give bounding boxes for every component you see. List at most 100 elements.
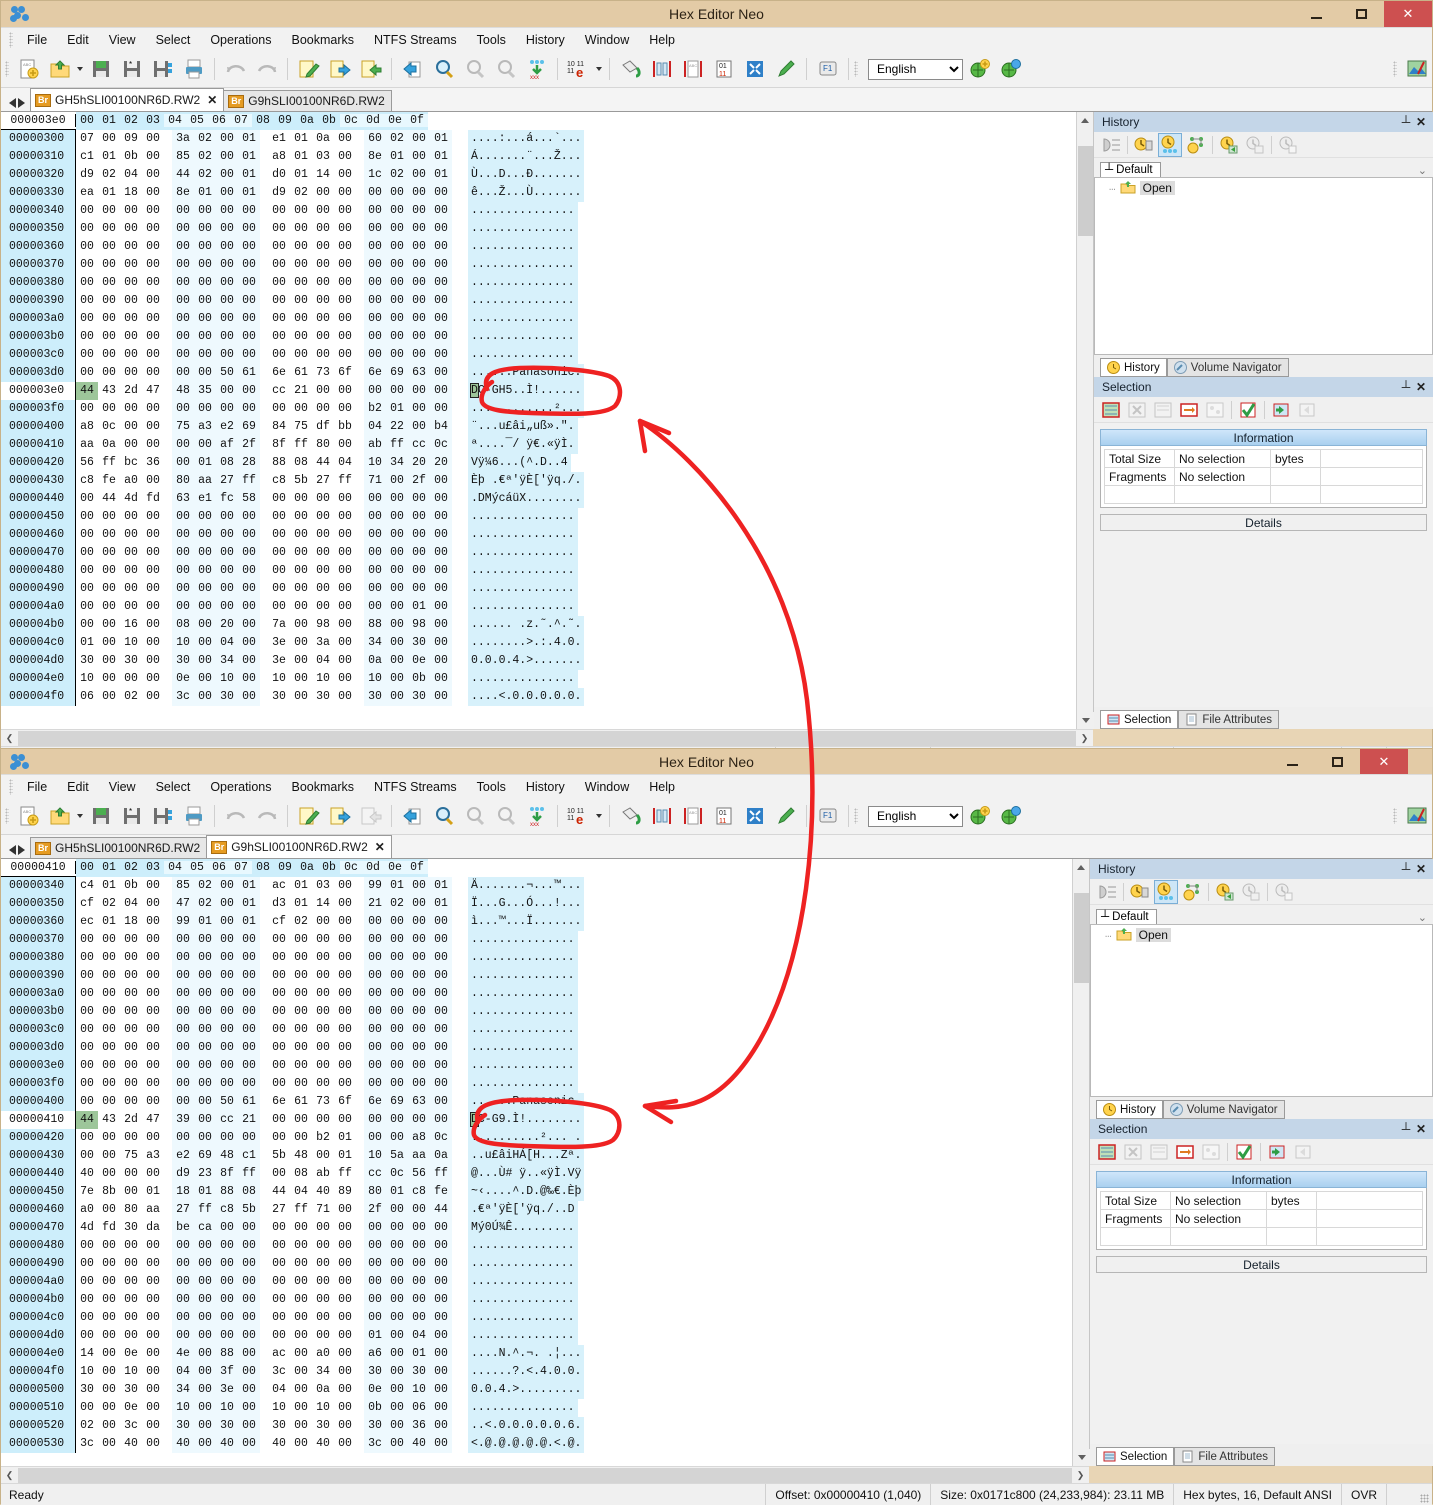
hex-byte[interactable]: 0b <box>120 877 142 895</box>
hex-row[interactable]: 00000370 00 00 00 00 00 00 00 00 00 00 00 00 00 00 00 00… <box>1 931 1089 949</box>
hex-byte[interactable]: 0b <box>120 148 142 166</box>
hex-byte[interactable]: 00 <box>120 1075 142 1093</box>
hex-byte[interactable]: 00 <box>430 562 452 580</box>
hex-ascii[interactable]: ...... .z.˜.^.˜. <box>468 616 585 634</box>
hex-byte-group[interactable]: 00 00 00 00 00 00 00 00 00 00 00 00 00 00 00 00 <box>76 1255 452 1273</box>
hex-byte[interactable]: 01 <box>290 877 312 895</box>
hex-byte[interactable]: 00 <box>334 526 356 544</box>
hex-byte[interactable]: 3e <box>216 1381 238 1399</box>
hex-byte[interactable]: 00 <box>98 1039 120 1057</box>
hex-byte[interactable]: 00 <box>172 949 194 967</box>
hex-byte[interactable]: 00 <box>268 490 290 508</box>
hex-ascii[interactable]: ............... <box>468 526 578 544</box>
hex-byte[interactable]: 50 <box>216 1093 238 1111</box>
hex-byte[interactable]: 00 <box>194 967 216 985</box>
hex-byte[interactable]: 00 <box>268 931 290 949</box>
hex-byte[interactable]: 00 <box>364 1237 386 1255</box>
hex-byte[interactable]: 0a <box>430 1147 452 1165</box>
hex-byte[interactable]: 00 <box>334 1291 356 1309</box>
hex-byte[interactable]: 00 <box>334 1255 356 1273</box>
hex-byte[interactable]: 00 <box>408 1273 430 1291</box>
hex-byte[interactable]: 00 <box>194 652 216 670</box>
language-select[interactable]: English <box>868 805 963 827</box>
hex-row[interactable]: 000003f0 00 00 00 00 00 00 00 00 00 00 00 00 b2 01 00 00… <box>1 400 1093 418</box>
hex-byte[interactable]: 00 <box>238 1219 260 1237</box>
insert-pattern-icon[interactable] <box>647 802 676 831</box>
hex-byte[interactable]: 01 <box>430 148 452 166</box>
hex-byte[interactable]: 00 <box>334 1417 356 1435</box>
paste-icon[interactable] <box>356 55 385 84</box>
save-file-icon[interactable] <box>86 55 115 84</box>
maximize-button[interactable] <box>1315 749 1360 774</box>
hex-byte[interactable]: 00 <box>194 256 216 274</box>
hex-byte[interactable]: 00 <box>312 1219 334 1237</box>
hex-byte[interactable]: fc <box>216 490 238 508</box>
hex-row[interactable]: 00000430 00 00 75 a3 e2 69 48 c1 5b 48 00 01 10 5a aa 0a… <box>1 1147 1089 1165</box>
hex-byte[interactable]: 00 <box>334 1381 356 1399</box>
hex-byte-group[interactable]: 00 00 00 00 00 00 00 00 00 00 00 00 b2 01 00 00 <box>76 400 452 418</box>
hex-byte[interactable]: 00 <box>268 508 290 526</box>
hex-byte[interactable]: 00 <box>364 1111 386 1129</box>
hex-byte[interactable]: 00 <box>216 967 238 985</box>
hex-byte[interactable]: 08 <box>216 454 238 472</box>
hex-byte[interactable]: 00 <box>194 1273 216 1291</box>
hex-byte[interactable]: 00 <box>98 562 120 580</box>
hex-byte[interactable]: 00 <box>312 202 334 220</box>
tab-close-icon[interactable]: ✕ <box>207 93 217 107</box>
hex-byte[interactable]: 00 <box>334 544 356 562</box>
hex-byte[interactable]: 71 <box>364 472 386 490</box>
hex-ascii[interactable]: ............... <box>468 1255 578 1273</box>
hex-byte[interactable]: 00 <box>76 1003 98 1021</box>
hex-byte[interactable]: 00 <box>312 382 334 400</box>
hex-byte[interactable]: 00 <box>408 949 430 967</box>
hex-byte[interactable]: 00 <box>386 1219 408 1237</box>
hscroll-right-arrow[interactable]: ❯ <box>1072 1467 1089 1484</box>
hex-byte[interactable]: 00 <box>172 1057 194 1075</box>
hex-byte[interactable]: 00 <box>216 526 238 544</box>
hex-byte[interactable]: 00 <box>364 1291 386 1309</box>
hex-byte[interactable]: 00 <box>194 292 216 310</box>
hex-row[interactable]: 000004e0 14 00 0e 00 4e 00 88 00 ac 00 a0 00 a6 00 01 00… <box>1 1345 1089 1363</box>
hex-byte[interactable]: 00 <box>76 274 98 292</box>
hex-byte[interactable]: 00 <box>142 877 164 895</box>
hex-byte[interactable]: 00 <box>194 931 216 949</box>
hex-byte-group[interactable]: 00 00 00 00 00 00 00 00 00 00 00 00 00 00 00 00 <box>76 1309 452 1327</box>
hex-byte[interactable]: 69 <box>238 418 260 436</box>
hex-byte[interactable]: 00 <box>386 238 408 256</box>
hex-byte[interactable]: 00 <box>386 1381 408 1399</box>
hex-byte[interactable]: 00 <box>172 400 194 418</box>
hex-byte[interactable]: 00 <box>430 985 452 1003</box>
hex-byte[interactable]: 6f <box>334 1093 356 1111</box>
hex-byte[interactable]: 01 <box>364 1327 386 1345</box>
hex-byte[interactable]: 22 <box>386 418 408 436</box>
hex-byte[interactable]: 00 <box>408 508 430 526</box>
hex-byte[interactable]: 00 <box>268 580 290 598</box>
download-language-icon[interactable] <box>995 55 1024 84</box>
hex-byte[interactable]: 00 <box>216 400 238 418</box>
hex-byte[interactable]: 03 <box>312 877 334 895</box>
hex-byte[interactable]: 00 <box>142 292 164 310</box>
menu-edit[interactable]: Edit <box>57 777 99 797</box>
hex-byte[interactable]: 30 <box>172 652 194 670</box>
hex-byte[interactable]: 00 <box>120 526 142 544</box>
hex-byte[interactable]: 00 <box>386 1057 408 1075</box>
hex-byte[interactable]: 00 <box>238 292 260 310</box>
hex-byte[interactable]: 27 <box>312 472 334 490</box>
hex-byte[interactable]: 00 <box>312 238 334 256</box>
hex-byte[interactable]: 10 <box>120 634 142 652</box>
hex-byte[interactable]: 00 <box>120 400 142 418</box>
hex-byte[interactable]: 00 <box>386 913 408 931</box>
hex-byte[interactable]: 00 <box>142 931 164 949</box>
hex-ascii[interactable]: ............... <box>468 949 578 967</box>
hex-byte[interactable]: 00 <box>334 490 356 508</box>
data-type-dropdown-arrow[interactable] <box>594 55 604 84</box>
hex-byte[interactable]: 00 <box>290 670 312 688</box>
hex-byte[interactable]: 00 <box>142 472 164 490</box>
hex-byte[interactable]: 00 <box>172 1309 194 1327</box>
hex-byte[interactable]: c8 <box>408 1183 430 1201</box>
hex-byte[interactable]: 04 <box>290 1183 312 1201</box>
hex-byte[interactable]: 20 <box>216 616 238 634</box>
hex-byte[interactable]: 00 <box>76 328 98 346</box>
hex-byte[interactable]: 00 <box>290 1399 312 1417</box>
hex-rows-top[interactable]: 00000300 07 00 09 00 3a 02 00 01 e1 01 0a 00 60 02 00 01… <box>1 130 1093 706</box>
